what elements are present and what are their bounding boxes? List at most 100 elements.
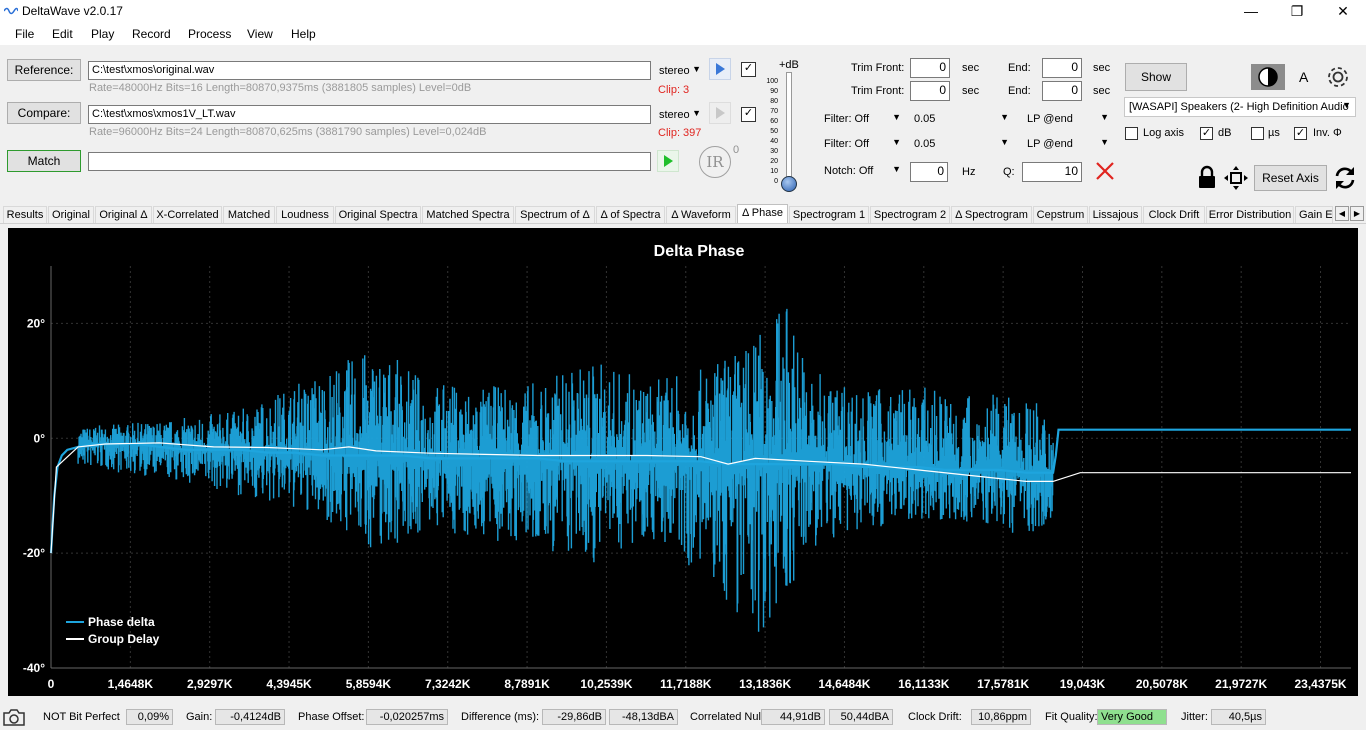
reset-axis-button[interactable]: Reset Axis <box>1254 165 1327 191</box>
tab-spectrogram-2[interactable]: Spectrogram 2 <box>870 206 950 223</box>
menu-edit[interactable]: Edit <box>52 27 73 41</box>
db-checkbox[interactable]: ✓ <box>1200 127 1213 140</box>
pan-move-icon[interactable] <box>1223 165 1249 191</box>
filter2-cutoff-select[interactable]: 0.05 ▼ <box>910 135 1013 154</box>
db-label: dB <box>1218 127 1232 139</box>
play-match-button[interactable] <box>657 150 679 172</box>
tab-delta-of-spectra[interactable]: Δ of Spectra <box>596 206 665 223</box>
show-button[interactable]: Show <box>1125 63 1187 91</box>
theme-toggle-button[interactable] <box>1251 64 1285 90</box>
filter1-mode-select[interactable]: LP @end ▼ <box>1023 110 1113 129</box>
restore-button[interactable]: ❐ <box>1274 0 1320 23</box>
tab-error-distribution[interactable]: Error Distribution <box>1206 206 1294 223</box>
output-device-select[interactable]: [WASAPI] Speakers (2- High Definition Au… <box>1124 97 1356 117</box>
level-slider-track[interactable] <box>786 72 792 184</box>
x-tick-label: 14,6484K <box>818 677 870 691</box>
tab-gain-error[interactable]: Gain E <box>1295 206 1333 223</box>
level-tick: 100 <box>766 78 778 85</box>
us-checkbox[interactable] <box>1251 127 1264 140</box>
y-tick-label: -20° <box>23 546 45 560</box>
compare-info: Rate=96000Hz Bits=24 Length=80870,625ms … <box>89 126 487 138</box>
menu-view[interactable]: View <box>247 27 273 41</box>
difference-db-value: -29,86dB <box>542 709 606 725</box>
filter2-select[interactable]: Filter: Off ▼ <box>820 135 905 154</box>
trim-front-input-1[interactable]: 0 <box>910 58 950 78</box>
notch-select[interactable]: Notch: Off ▼ <box>820 162 905 181</box>
font-size-button[interactable]: A <box>1299 69 1308 85</box>
plot-area[interactable]: Delta Phase 20° 0° -20° -40° 0 1,4648K 2,9297K 4… <box>8 228 1358 696</box>
reference-enable-checkbox[interactable]: ✓ <box>741 62 756 77</box>
menu-record[interactable]: Record <box>132 27 171 41</box>
tab-matched-spectra[interactable]: Matched Spectra <box>422 206 514 223</box>
filter2-mode-select[interactable]: LP @end ▼ <box>1023 135 1113 154</box>
trim-end-input-2[interactable]: 0 <box>1042 81 1082 101</box>
tab-results[interactable]: Results <box>3 206 47 223</box>
reference-path-input[interactable]: C:\test\xmos\original.wav <box>88 61 651 80</box>
trim-end-input-1[interactable]: 0 <box>1042 58 1082 78</box>
jitter-value: 40,5µs <box>1211 709 1266 725</box>
reference-button[interactable]: Reference: <box>7 59 81 81</box>
tab-delta-waveform[interactable]: Δ Waveform <box>666 206 736 223</box>
lock-icon[interactable] <box>1196 165 1218 189</box>
compare-button[interactable]: Compare: <box>7 102 81 124</box>
level-slider-handle[interactable] <box>781 176 797 192</box>
tab-cepstrum[interactable]: Cepstrum <box>1033 206 1088 223</box>
compare-channel-select[interactable]: stereo ▼ <box>655 106 705 124</box>
menu-play[interactable]: Play <box>91 27 114 41</box>
status-bar: NOT Bit Perfect 0,09% Gain: -0,4124dB Ph… <box>0 704 1366 730</box>
compare-enable-checkbox[interactable]: ✓ <box>741 107 756 122</box>
reference-channel-value: stereo <box>659 65 690 77</box>
tab-spectrogram-1[interactable]: Spectrogram 1 <box>789 206 869 223</box>
x-tick-label: 17,5781K <box>977 677 1029 691</box>
chart-title: Delta Phase <box>654 243 745 260</box>
menu-file[interactable]: File <box>15 27 34 41</box>
reference-channel-select[interactable]: stereo ▼ <box>655 62 705 80</box>
match-button[interactable]: Match <box>7 150 81 172</box>
tab-scroll-right-button[interactable]: ▶ <box>1350 206 1364 221</box>
play-compare-button[interactable] <box>709 102 731 124</box>
settings-gear-icon[interactable] <box>1325 64 1351 90</box>
filter1-select[interactable]: Filter: Off ▼ <box>820 110 905 129</box>
invert-phase-checkbox[interactable]: ✓ <box>1294 127 1307 140</box>
clear-filters-icon[interactable] <box>1094 160 1116 182</box>
tab-original-spectra[interactable]: Original Spectra <box>335 206 421 223</box>
level-tick: 30 <box>770 148 778 155</box>
chevron-down-icon: ▼ <box>892 112 901 122</box>
trim-front-unit-1: sec <box>962 62 980 74</box>
tab-delta-phase[interactable]: Δ Phase <box>737 204 788 223</box>
tab-matched[interactable]: Matched <box>223 206 275 223</box>
app-icon <box>4 7 18 15</box>
difference-label: Difference (ms): <box>461 711 540 723</box>
x-tick-label: 10,2539K <box>580 677 632 691</box>
tab-spectrum-of-delta[interactable]: Spectrum of Δ <box>515 206 595 223</box>
log-axis-checkbox[interactable] <box>1125 127 1138 140</box>
tab-delta-spectrogram[interactable]: Δ Spectrogram <box>951 206 1032 223</box>
menu-help[interactable]: Help <box>291 27 316 41</box>
minimize-button[interactable]: — <box>1228 0 1274 23</box>
tab-lissajous[interactable]: Lissajous <box>1089 206 1142 223</box>
filter1-cutoff-select[interactable]: 0.05 ▼ <box>910 110 1013 129</box>
q-input[interactable]: 10 <box>1022 162 1082 182</box>
tab-original[interactable]: Original <box>48 206 94 223</box>
jitter-label: Jitter: <box>1181 711 1208 723</box>
camera-icon[interactable] <box>2 707 26 727</box>
trim-end-label: End: <box>1008 62 1031 74</box>
tab-original-delta[interactable]: Original Δ <box>95 206 152 223</box>
play-reference-button[interactable] <box>709 58 731 80</box>
tab-x-correlated[interactable]: X-Correlated <box>153 206 222 223</box>
tab-clock-drift[interactable]: Clock Drift <box>1143 206 1205 223</box>
trim-end-unit-1: sec <box>1093 62 1111 74</box>
invert-phase-label: Inv. Φ <box>1313 127 1342 139</box>
tab-loudness[interactable]: Loudness <box>276 206 334 223</box>
delta-phase-chart[interactable]: Delta Phase 20° 0° -20° -40°0 1,4648K 2,9297K 4… <box>8 228 1358 696</box>
compare-path-input[interactable]: C:\test\xmos\xmos1V_LT.wav <box>88 105 651 124</box>
close-button[interactable]: ✕ <box>1320 0 1366 23</box>
tab-scroll-left-button[interactable]: ◀ <box>1335 206 1349 221</box>
menu-process[interactable]: Process <box>188 27 231 41</box>
notch-frequency-input[interactable]: 0 <box>910 162 948 182</box>
filter1-mode-value: LP @end <box>1027 113 1073 125</box>
play-icon <box>716 107 725 119</box>
ir-button[interactable]: IR <box>699 146 731 178</box>
trim-front-input-2[interactable]: 0 <box>910 81 950 101</box>
refresh-icon[interactable] <box>1333 165 1357 191</box>
